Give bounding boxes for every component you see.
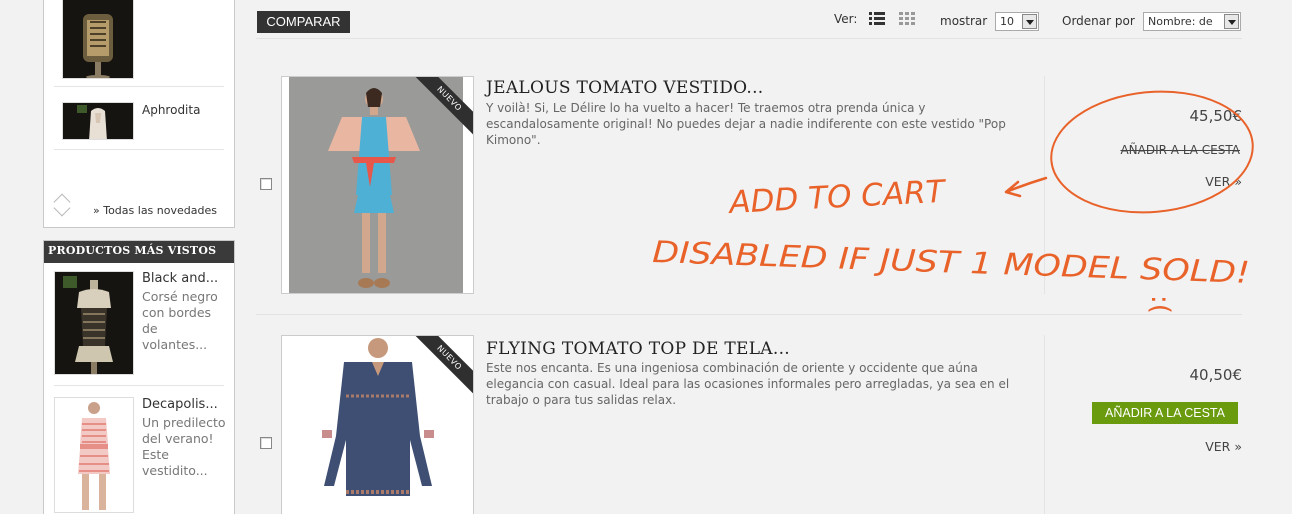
sidebar-item-aphrodita[interactable]: Aphrodita xyxy=(142,103,200,117)
romper-model-icon xyxy=(78,402,110,510)
per-page-value: 10 xyxy=(1000,15,1014,28)
sort-select[interactable]: Nombre: de xyxy=(1143,12,1241,31)
dress-mannequin-icon xyxy=(77,105,107,139)
new-products-box: Aphrodita » Todas las novedades xyxy=(43,0,235,228)
viewed-item-desc: Corsé negro con bordes de volantes... xyxy=(142,289,218,352)
annotation-face: :( xyxy=(1145,295,1175,314)
compare-checkbox[interactable] xyxy=(260,437,272,449)
viewed-item-desc: Un predilecto del verano! Este vestidito… xyxy=(142,415,226,478)
product-thumbnail-corset[interactable] xyxy=(62,0,134,79)
product-thumbnail-decapolis[interactable] xyxy=(54,397,134,513)
chevron-down-icon[interactable] xyxy=(1022,14,1037,29)
annotation-arrow xyxy=(1004,176,1048,198)
viewed-item-name[interactable]: Black and... xyxy=(142,271,218,286)
list-view-icon[interactable] xyxy=(869,12,885,26)
divider xyxy=(54,86,224,87)
annotation-line1: ADD TO CART xyxy=(727,174,948,221)
chevron-down-icon[interactable] xyxy=(1224,14,1239,29)
divider xyxy=(1044,76,1045,294)
annotation-line2: DISABLED IF JUST 1 MODEL SOLD! xyxy=(652,235,1251,291)
product-image[interactable]: NUEVO xyxy=(281,335,474,514)
viewed-item-name[interactable]: Decapolis... xyxy=(142,397,218,412)
product-title[interactable]: JEALOUS TOMATO VESTIDO... xyxy=(486,78,763,98)
product-price: 45,50€ xyxy=(1189,107,1243,125)
most-viewed-title: PRODUCTOS MÁS VISTOS xyxy=(44,241,234,263)
sort-value: Nombre: de xyxy=(1148,15,1213,28)
product-thumbnail-black[interactable] xyxy=(54,271,134,375)
scroll-arrows[interactable] xyxy=(53,192,73,220)
most-viewed-box: PRODUCTOS MÁS VISTOS Black and... Corsé … xyxy=(43,240,235,514)
compare-button[interactable]: COMPARAR xyxy=(257,11,350,33)
all-new-products-link[interactable]: » Todas las novedades xyxy=(93,204,217,217)
view-product-link[interactable]: VER » xyxy=(1205,439,1242,454)
view-label: Ver: xyxy=(834,12,858,26)
product-thumbnail-aphrodita[interactable] xyxy=(62,102,134,140)
product-image[interactable]: NUEVO xyxy=(281,76,474,294)
per-page-select[interactable]: 10 xyxy=(995,12,1039,31)
show-label: mostrar xyxy=(940,14,988,28)
corset-mannequin-icon xyxy=(83,14,113,78)
divider xyxy=(54,385,224,386)
view-product-link[interactable]: VER » xyxy=(1205,174,1242,189)
product-description: Este nos encanta. Es una ingeniosa combi… xyxy=(486,361,1010,407)
product-title[interactable]: FLYING TOMATO TOP DE TELA... xyxy=(486,339,790,359)
corset-mannequin-icon xyxy=(63,276,113,374)
sort-label: Ordenar por xyxy=(1062,14,1135,28)
divider xyxy=(54,149,224,150)
add-to-cart-button[interactable]: AÑADIR A LA CESTA xyxy=(1092,402,1238,424)
product-photo-dress xyxy=(289,77,463,293)
divider xyxy=(256,38,1242,39)
add-to-cart-button-disabled: AÑADIR A LA CESTA xyxy=(1120,143,1240,157)
divider xyxy=(256,314,1242,315)
compare-checkbox[interactable] xyxy=(260,178,272,190)
grid-view-icon[interactable] xyxy=(899,12,915,26)
divider xyxy=(1044,335,1045,514)
product-description: Y voilà! Si, Le Délire lo ha vuelto a ha… xyxy=(486,101,1006,147)
product-price: 40,50€ xyxy=(1189,366,1243,384)
